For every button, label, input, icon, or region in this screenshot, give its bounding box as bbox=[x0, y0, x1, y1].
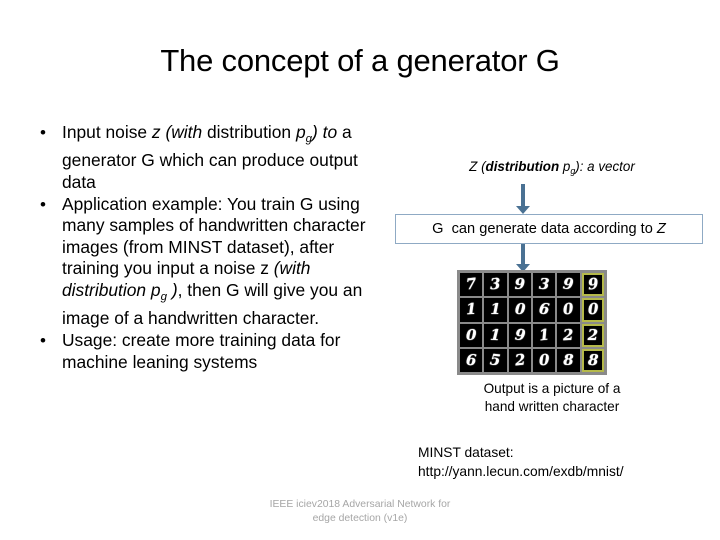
mnist-digit: 6 bbox=[465, 350, 477, 370]
mnist-digit: 5 bbox=[489, 350, 502, 370]
mnist-digit: 9 bbox=[514, 275, 526, 294]
bullet-usage: • Usage: create more training data for m… bbox=[32, 330, 384, 373]
mnist-digit: 9 bbox=[562, 274, 575, 294]
mnist-digit: 2 bbox=[513, 350, 526, 370]
mnist-cell-r0-c1: 3 bbox=[484, 273, 507, 297]
mnist-digit: 9 bbox=[513, 325, 527, 345]
mnist-cell-r1-c5: 0 bbox=[581, 298, 604, 322]
mnist-digit: 3 bbox=[538, 274, 550, 294]
mnist-digit: 3 bbox=[489, 274, 502, 294]
mnist-digit: 0 bbox=[538, 350, 550, 370]
mnist-cell-r1-c0: 1 bbox=[460, 298, 483, 322]
mnist-cell-r0-c5: 9 bbox=[581, 273, 604, 297]
mnist-digit-grid: 739399110600019122652088 bbox=[457, 270, 607, 375]
mnist-cell-r0-c4: 9 bbox=[557, 273, 580, 297]
mnist-digit: 8 bbox=[563, 350, 574, 369]
mnist-cell-r3-c4: 8 bbox=[557, 348, 580, 372]
mnist-digit: 6 bbox=[538, 299, 551, 319]
mnist-cell-r0-c0: 7 bbox=[460, 273, 483, 297]
mnist-cell-r2-c3: 1 bbox=[533, 323, 556, 347]
mnist-cell-r2-c0: 0 bbox=[460, 323, 483, 347]
output-caption-line2: hand written character bbox=[484, 398, 620, 414]
mnist-digit: 1 bbox=[490, 300, 501, 319]
arrow-g-to-output-icon bbox=[516, 244, 530, 272]
bullet-marker-icon: • bbox=[40, 330, 46, 350]
mnist-cell-r0-c2: 9 bbox=[508, 273, 531, 297]
mnist-digit: 1 bbox=[465, 300, 477, 319]
mnist-cell-r3-c3: 0 bbox=[533, 348, 556, 372]
arrow-shaft bbox=[521, 184, 525, 206]
mnist-digit: 1 bbox=[537, 325, 551, 345]
mnist-cell-r3-c5: 8 bbox=[581, 348, 604, 372]
slide-canvas: The concept of a generator G • Input noi… bbox=[0, 0, 720, 540]
bullet-application-example: • Application example: You train G using… bbox=[32, 194, 384, 330]
mnist-digit: 2 bbox=[587, 325, 599, 344]
mnist-cell-r2-c5: 2 bbox=[581, 323, 604, 347]
mnist-digit: 8 bbox=[587, 350, 599, 370]
generator-box-label: G can generate data according to Z bbox=[432, 221, 666, 237]
bullet-application-example-text: Application example: You train G using m… bbox=[62, 193, 366, 329]
mnist-cell-r0-c3: 3 bbox=[533, 273, 556, 297]
footer-line2: edge detection (v1e) bbox=[312, 512, 408, 524]
mnist-dataset-label: MINST dataset: bbox=[418, 445, 514, 460]
mnist-cell-r2-c4: 2 bbox=[557, 323, 580, 347]
mnist-digit: 0 bbox=[587, 300, 599, 319]
mnist-cell-r1-c1: 1 bbox=[484, 298, 507, 322]
arrow-shaft bbox=[521, 244, 525, 264]
mnist-cell-r2-c2: 9 bbox=[508, 323, 531, 347]
generator-box: G can generate data according to Z bbox=[395, 214, 703, 244]
output-caption: Output is a picture of a hand written ch… bbox=[452, 380, 652, 415]
arrow-head bbox=[516, 206, 530, 214]
page-title: The concept of a generator G bbox=[160, 43, 560, 78]
output-caption-line1: Output is a picture of a bbox=[483, 381, 621, 396]
mnist-digit: 9 bbox=[586, 274, 599, 294]
mnist-cell-r3-c0: 6 bbox=[460, 348, 483, 372]
mnist-dataset-url[interactable]: http://yann.lecun.com/exdb/mnist/ bbox=[418, 463, 708, 482]
bullet-usage-text: Usage: create more training data for mac… bbox=[62, 329, 341, 372]
mnist-digit: 1 bbox=[489, 325, 502, 344]
bullet-list: • Input noise z (with distribution pg) t… bbox=[32, 122, 384, 373]
z-vector-label: Z (distribution pg): a vector bbox=[469, 159, 635, 176]
mnist-cell-r3-c1: 5 bbox=[484, 348, 507, 372]
mnist-cell-r1-c2: 0 bbox=[508, 298, 531, 322]
bullet-marker-icon: • bbox=[40, 194, 46, 214]
bullet-marker-icon: • bbox=[40, 123, 46, 142]
mnist-digit: 2 bbox=[562, 325, 575, 344]
mnist-digit: 7 bbox=[464, 274, 478, 294]
arrow-z-to-g-icon bbox=[516, 184, 530, 214]
bullet-input-noise-text: Input noise z (with distribution pg) to … bbox=[62, 122, 358, 192]
mnist-digit: 0 bbox=[514, 300, 526, 319]
mnist-cell-r2-c1: 1 bbox=[484, 323, 507, 347]
bullet-input-noise: • Input noise z (with distribution pg) t… bbox=[32, 122, 384, 194]
mnist-cell-r3-c2: 2 bbox=[508, 348, 531, 372]
slide-footer: IEEE iciev2018 Adversarial Network for e… bbox=[0, 498, 720, 525]
mnist-digit: 0 bbox=[562, 299, 575, 319]
mnist-digit: 0 bbox=[465, 325, 477, 344]
footer-line1: IEEE iciev2018 Adversarial Network for bbox=[269, 499, 451, 510]
mnist-cell-r1-c3: 6 bbox=[533, 298, 556, 322]
mnist-cell-r1-c4: 0 bbox=[557, 298, 580, 322]
mnist-source-block: MINST dataset: http://yann.lecun.com/exd… bbox=[392, 444, 708, 481]
